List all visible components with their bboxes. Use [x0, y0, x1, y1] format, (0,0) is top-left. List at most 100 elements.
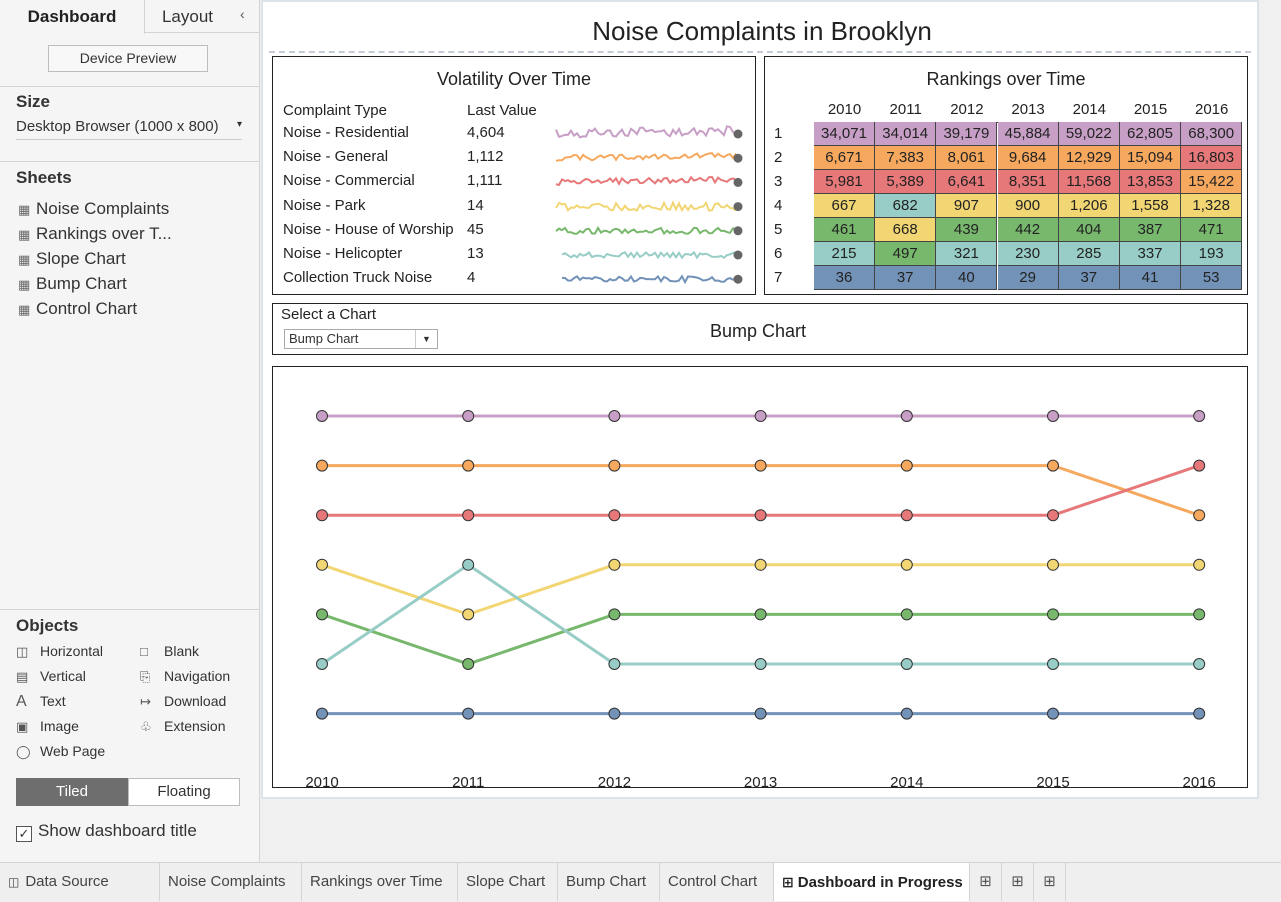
bump-point[interactable]: [1047, 608, 1059, 621]
sparkline: [555, 226, 737, 236]
bump-point[interactable]: [1047, 459, 1059, 472]
sheet-item-bump-chart[interactable]: ▦ Bump Chart: [18, 274, 127, 296]
bump-point[interactable]: [608, 410, 621, 422]
object-blank[interactable]: □ Blank: [140, 643, 199, 659]
rank-label: 1: [774, 125, 783, 142]
bump-point[interactable]: [754, 410, 767, 422]
tab-slope-chart[interactable]: Slope Chart: [458, 863, 558, 901]
tab-layout[interactable]: Layout: [145, 0, 230, 33]
bump-point[interactable]: [316, 658, 328, 670]
bump-point[interactable]: [462, 509, 475, 522]
object-text[interactable]: A Text: [16, 693, 66, 711]
rankings-year-header: 2016: [1195, 101, 1229, 118]
show-dashboard-title-checkbox[interactable]: ✓ Show dashboard title: [16, 821, 197, 842]
bump-point[interactable]: [1193, 707, 1206, 720]
bump-point[interactable]: [754, 459, 767, 472]
bump-point[interactable]: [900, 707, 913, 720]
object-extension[interactable]: ♧ Extension: [140, 718, 225, 735]
dropdown-arrow-icon: ▼: [415, 330, 437, 348]
new-story-icon[interactable]: ⊞: [1034, 863, 1066, 901]
chevron-left-icon[interactable]: ‹: [240, 6, 245, 22]
object-navigation[interactable]: ⎘ Navigation: [140, 668, 230, 685]
bump-point[interactable]: [316, 608, 328, 621]
bump-point[interactable]: [462, 707, 475, 720]
bump-point[interactable]: [316, 410, 328, 422]
bump-point[interactable]: [1047, 558, 1059, 571]
bump-point[interactable]: [900, 459, 913, 472]
floating-toggle[interactable]: Floating: [128, 778, 240, 806]
tiled-toggle[interactable]: Tiled: [16, 778, 128, 806]
bump-point[interactable]: [316, 509, 328, 522]
rankings-cell: 37: [875, 266, 937, 290]
bump-point[interactable]: [1193, 658, 1206, 670]
rankings-cell: 461: [814, 218, 875, 242]
bump-point[interactable]: [608, 558, 621, 571]
bump-point[interactable]: [1193, 509, 1206, 522]
bump-point[interactable]: [900, 410, 913, 422]
bump-point[interactable]: [608, 459, 621, 472]
bump-point[interactable]: [1047, 658, 1059, 670]
bump-point[interactable]: [462, 658, 475, 670]
rankings-cell: 34,071: [814, 122, 875, 146]
chart-select-dropdown[interactable]: Bump Chart ▼: [284, 329, 438, 349]
bump-point[interactable]: [1047, 509, 1059, 522]
bump-point[interactable]: [462, 410, 475, 422]
bump-point[interactable]: [316, 558, 328, 571]
bump-point[interactable]: [754, 707, 767, 720]
bump-point[interactable]: [608, 509, 621, 522]
rankings-cell: 59,022: [1058, 122, 1120, 146]
tab-dashboard[interactable]: Dashboard: [0, 0, 145, 34]
sheet-item-rankings[interactable]: ▦ Rankings over T...: [18, 224, 172, 246]
object-label: Navigation: [164, 668, 231, 684]
sheet-tab-bar: ◫ Data Source Noise Complaints Rankings o…: [0, 862, 1281, 901]
sheet-item-control-chart[interactable]: ▦ Control Chart: [18, 299, 137, 321]
bump-point[interactable]: [1193, 558, 1206, 571]
bump-point[interactable]: [316, 459, 328, 472]
tab-noise-complaints[interactable]: Noise Complaints: [160, 863, 302, 901]
last-value-label: 4: [467, 269, 476, 287]
bump-point[interactable]: [1047, 410, 1059, 422]
bump-point[interactable]: [1193, 608, 1206, 621]
size-section-title: Size: [16, 92, 51, 111]
tab-control-chart[interactable]: Control Chart: [660, 863, 774, 901]
column-header-complaint-type: Complaint Type: [283, 102, 387, 119]
tab-data-source[interactable]: ◫ Data Source: [0, 863, 160, 901]
bump-point[interactable]: [608, 658, 621, 670]
rankings-cell: 1,328: [1181, 194, 1243, 218]
new-dashboard-icon[interactable]: ⊞: [1002, 863, 1034, 901]
sparkline: [555, 200, 737, 213]
new-worksheet-icon[interactable]: ⊞: [970, 863, 1002, 901]
bump-point[interactable]: [1193, 410, 1206, 422]
object-web-page[interactable]: ◯ Web Page: [16, 743, 105, 760]
bump-point[interactable]: [754, 509, 767, 522]
bump-point[interactable]: [900, 608, 913, 621]
tab-rankings-over-time[interactable]: Rankings over Time: [302, 863, 458, 901]
bump-point[interactable]: [754, 658, 767, 670]
bump-point[interactable]: [754, 558, 767, 571]
bump-point[interactable]: [462, 558, 475, 571]
bump-point[interactable]: [900, 658, 913, 670]
object-download[interactable]: ↦ Download: [140, 693, 226, 710]
tab-bump-chart[interactable]: Bump Chart: [558, 863, 660, 901]
device-preview-button[interactable]: Device Preview: [48, 45, 208, 72]
bump-point[interactable]: [754, 608, 767, 621]
volatility-title: Volatility Over Time: [436, 69, 592, 89]
rankings-year-header: 2010: [827, 101, 862, 118]
bump-point[interactable]: [1047, 707, 1059, 720]
object-vertical[interactable]: ▤ Vertical: [16, 668, 86, 685]
tab-dashboard-in-progress[interactable]: ⊞ Dashboard in Progress: [774, 863, 970, 901]
bump-point[interactable]: [608, 707, 621, 720]
sheet-item-slope-chart[interactable]: ▦ Slope Chart: [18, 249, 126, 271]
bump-point[interactable]: [316, 707, 328, 720]
sheet-item-noise-complaints[interactable]: ▦ Noise Complaints: [18, 199, 169, 221]
size-dropdown[interactable]: Desktop Browser (1000 x 800) ▾: [16, 118, 242, 140]
bump-point[interactable]: [462, 608, 475, 621]
object-horizontal[interactable]: ◫ Horizontal: [16, 643, 103, 660]
rank-label: 4: [774, 197, 783, 214]
bump-point[interactable]: [900, 558, 913, 571]
bump-point[interactable]: [462, 459, 475, 472]
bump-point[interactable]: [1193, 459, 1206, 472]
bump-point[interactable]: [608, 608, 621, 621]
object-image[interactable]: ▣ Image: [16, 718, 79, 735]
bump-point[interactable]: [900, 509, 913, 522]
